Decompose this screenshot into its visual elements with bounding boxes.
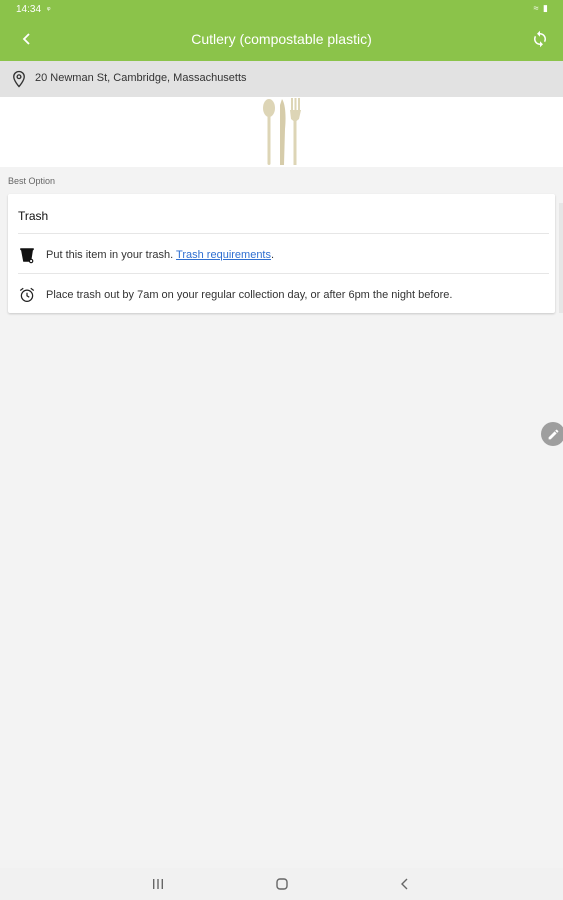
nav-back-button[interactable] (395, 874, 415, 894)
trash-requirements-link[interactable]: Trash requirements (176, 249, 271, 261)
side-drawer-handle[interactable] (559, 203, 563, 313)
status-icons: ≈ ▮ (533, 3, 549, 13)
section-label-best-option: Best Option (8, 176, 56, 186)
recent-apps-icon (153, 879, 163, 889)
sync-icon (534, 30, 546, 48)
cutlery-image (263, 98, 301, 165)
page-title: Cutlery (compostable plastic) (191, 31, 372, 47)
location-bar[interactable]: 20 Newman St, Cambridge, Massachusetts (0, 61, 563, 97)
app-bar: Cutlery (compostable plastic) (0, 18, 563, 61)
refresh-button[interactable] (527, 26, 553, 52)
divider (18, 233, 549, 234)
location-pin-icon (13, 70, 25, 88)
status-bar: 14:34 ᵠ ≈ ▮ (0, 0, 563, 18)
item-image-area (0, 97, 563, 167)
back-icon (401, 878, 408, 890)
system-nav-bar (0, 868, 563, 900)
divider (18, 273, 549, 274)
schedule-row: Place trash out by 7am on your regular c… (18, 286, 549, 306)
trash-bin-icon (20, 248, 34, 264)
instruction-text: Put this item in your trash. (46, 249, 174, 261)
home-icon (276, 878, 288, 890)
schedule-text: Place trash out by 7am on your regular c… (46, 289, 453, 301)
instruction-row: Put this item in your trash. Trash requi… (18, 246, 549, 266)
alarm-clock-icon (19, 287, 35, 302)
disposal-method-title: Trash (18, 209, 49, 223)
instruction-suffix: . (271, 249, 275, 261)
status-time: 14:34 (16, 4, 42, 15)
pencil-icon (548, 429, 558, 439)
best-option-card: Trash Put this item in your trash. Trash… (8, 194, 555, 313)
recent-apps-button[interactable] (148, 874, 168, 894)
edit-button[interactable] (541, 422, 563, 446)
status-indicator: ᵠ (47, 5, 51, 14)
home-button[interactable] (272, 874, 292, 894)
address-text: 20 Newman St, Cambridge, Massachusetts (35, 72, 247, 84)
